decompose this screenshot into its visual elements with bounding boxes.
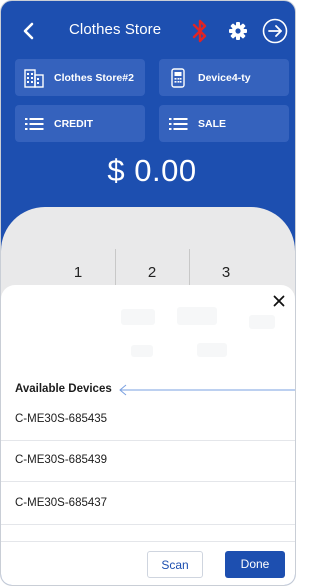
building-icon [24, 68, 44, 88]
store-name: Clothes Store#2 [54, 71, 134, 84]
faded-background [249, 315, 275, 329]
list-icon [169, 117, 188, 130]
payment-type-label: CREDIT [54, 117, 94, 130]
amount-display: $ 0.00 [107, 153, 197, 188]
transaction-type-label: SALE [198, 117, 227, 130]
device-selector[interactable]: Device4-ty [159, 59, 289, 96]
available-devices-sheet: Available Devices C-ME30S-685435 C-ME30S… [1, 285, 295, 585]
device-list-item[interactable]: C-ME30S-685439 [1, 442, 295, 482]
gear-icon[interactable] [227, 20, 249, 42]
app-frame: Clothes Store Clothes Store#2 Device4-ty… [0, 0, 296, 586]
app-title: Clothes Store [69, 21, 162, 38]
device-list-item[interactable]: C-ME30S-685435 [1, 401, 295, 441]
transaction-type-selector[interactable]: SALE [159, 105, 289, 142]
card-terminal-icon [171, 67, 185, 88]
list-icon [25, 117, 44, 130]
device-name: Device4-ty [198, 71, 251, 84]
scan-button[interactable]: Scan [147, 551, 203, 578]
close-icon[interactable] [271, 293, 287, 309]
device-list-item[interactable]: C-ME30S-685437 [1, 485, 295, 525]
logout-icon[interactable] [262, 18, 288, 44]
device-id: C-ME30S-685437 [15, 497, 108, 509]
arrow-left-icon [119, 384, 295, 396]
store-selector[interactable]: Clothes Store#2 [15, 59, 145, 96]
footer-divider [1, 541, 295, 542]
bluetooth-icon[interactable] [189, 16, 211, 46]
faded-background [197, 343, 227, 357]
faded-background [121, 309, 155, 325]
device-id: C-ME30S-685439 [15, 454, 108, 466]
top-bar: Clothes Store [1, 1, 295, 61]
device-id: C-ME30S-685435 [15, 413, 108, 425]
done-button[interactable]: Done [225, 551, 285, 578]
payment-type-selector[interactable]: CREDIT [15, 105, 145, 142]
chevron-left-icon[interactable] [17, 17, 41, 45]
section-title: Available Devices [15, 383, 112, 395]
faded-background [131, 345, 153, 357]
faded-background [177, 307, 217, 325]
